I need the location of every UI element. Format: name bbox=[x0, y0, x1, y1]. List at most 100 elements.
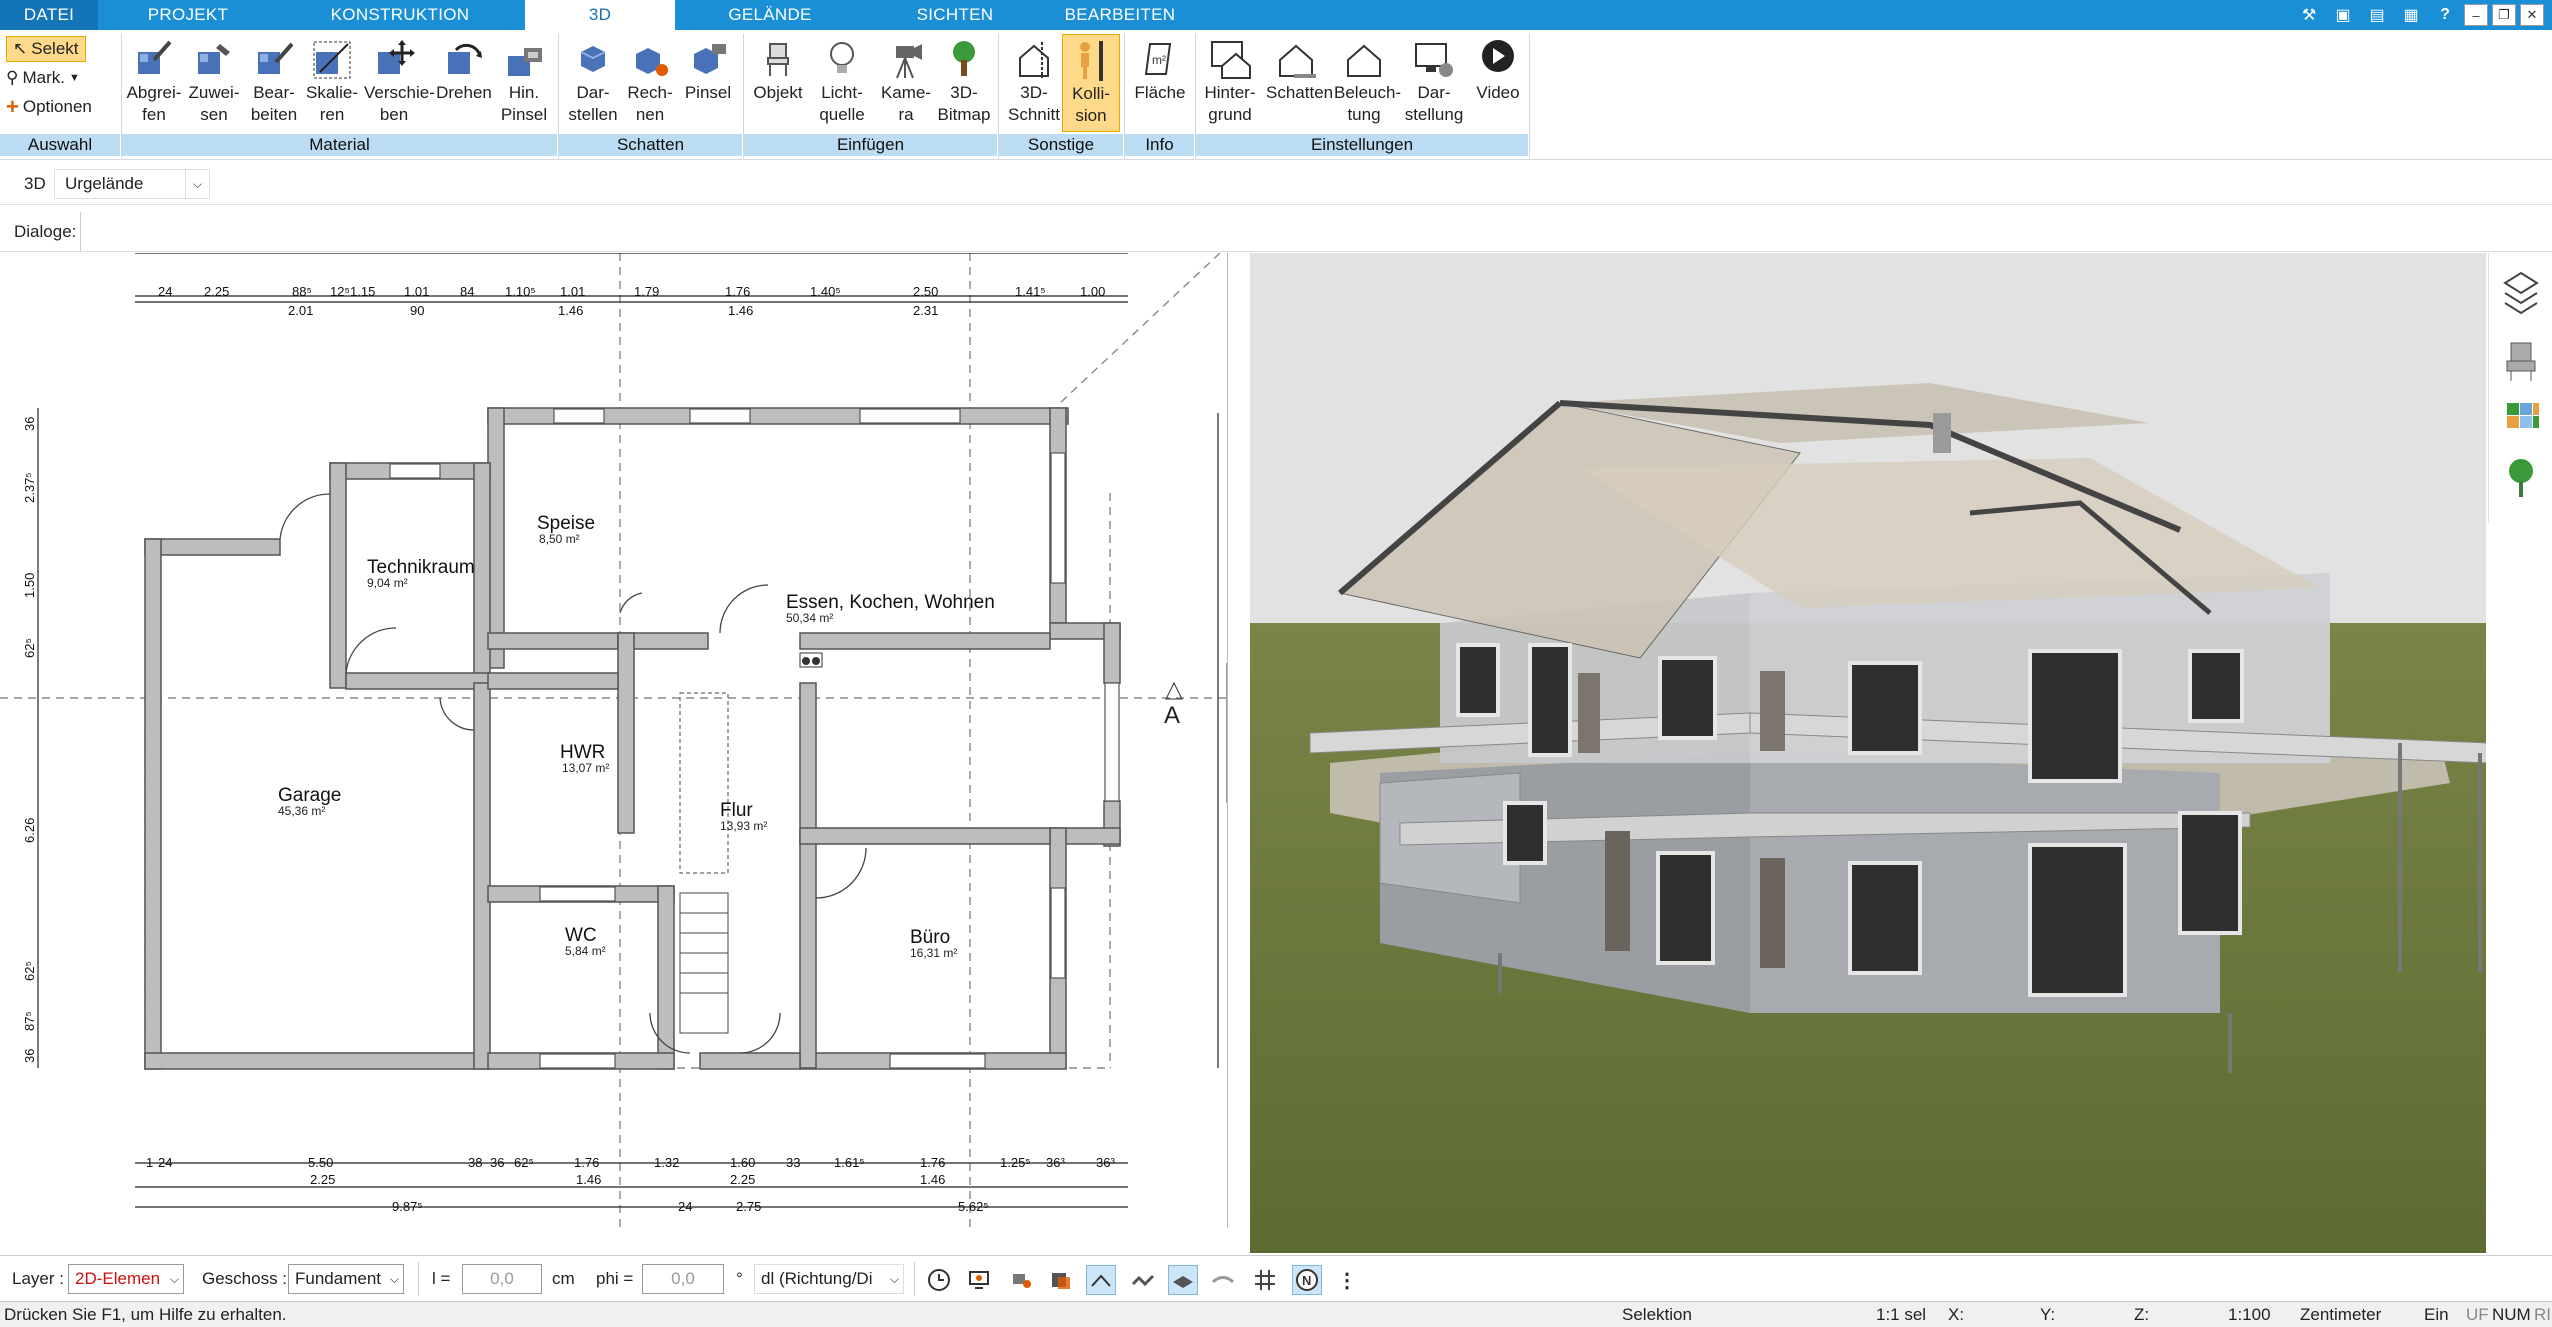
monitor-settings-icon bbox=[1415, 43, 1453, 77]
optionen-button[interactable]: + Optionen bbox=[6, 94, 92, 120]
direction-select[interactable]: dl (Richtung/Di ⌵ bbox=[754, 1264, 904, 1294]
dim-bottom-sub: 1.46 bbox=[576, 1172, 601, 1187]
group-auswahl: Auswahl bbox=[0, 134, 120, 156]
phi-input[interactable]: 0,0 bbox=[642, 1264, 724, 1294]
video-button[interactable]: Video bbox=[1468, 34, 1528, 134]
grid-icon[interactable] bbox=[1250, 1265, 1280, 1295]
3d-house-render[interactable] bbox=[1250, 253, 2486, 1253]
floor-plan-canvas[interactable]: A Technikraum Speise Essen, Kochen, Wohn… bbox=[0, 253, 1228, 1228]
ribbon: ↖ Selekt ⚲ Mark. ▼ + Optionen Auswahl Materi… bbox=[0, 30, 2552, 160]
layout-icon[interactable]: ▤ bbox=[2362, 2, 2392, 28]
plan-vertical-scrollbar[interactable] bbox=[1226, 663, 1227, 803]
selekt-button[interactable]: ↖ Selekt bbox=[6, 36, 86, 62]
tab-sichten[interactable]: SICHTEN bbox=[890, 0, 1020, 30]
length-input[interactable]: 0,0 bbox=[462, 1264, 542, 1294]
layers-icon[interactable] bbox=[2503, 271, 2539, 315]
window-icon[interactable]: ▣ bbox=[2328, 2, 2358, 28]
surface-icon[interactable] bbox=[1208, 1265, 1238, 1295]
edit-material-icon bbox=[258, 42, 294, 74]
render-icon[interactable] bbox=[1046, 1265, 1076, 1295]
abgreifen-button[interactable]: Abgrei- fen bbox=[124, 34, 184, 134]
camera-path-icon[interactable] bbox=[1006, 1265, 1036, 1295]
schatten-darstellen-button[interactable]: Dar- stellen bbox=[563, 34, 623, 134]
dim-top-sub: 2.01 bbox=[288, 303, 313, 318]
flaeche-button[interactable]: m² Fläche bbox=[1130, 34, 1190, 134]
dim-top: 1.40⁵ bbox=[810, 284, 841, 299]
tab-3d[interactable]: 3D bbox=[525, 0, 675, 30]
play-icon bbox=[1482, 40, 1514, 72]
tab-datei[interactable]: DATEI bbox=[0, 0, 98, 30]
hintergrund-button[interactable]: Hinter- grund bbox=[1200, 34, 1260, 134]
property-bar: Layer : 2D-Elemen ⌵ Geschoss : Fundament ⌵… bbox=[0, 1255, 2552, 1301]
objekt-button[interactable]: Objekt bbox=[748, 34, 808, 134]
dim-bottom-total: 9.87⁵ bbox=[392, 1199, 423, 1214]
material-palette-icon[interactable] bbox=[2507, 403, 2539, 428]
floor-plan-view[interactable]: A Technikraum Speise Essen, Kochen, Wohn… bbox=[0, 253, 1228, 1228]
tab-projekt[interactable]: PROJEKT bbox=[118, 0, 258, 30]
dim-top: 12⁵ bbox=[330, 284, 350, 299]
dim-top: 1.79 bbox=[634, 284, 659, 299]
status-mode: Selektion bbox=[1622, 1305, 1692, 1324]
panel-icon[interactable]: ▦ bbox=[2396, 2, 2426, 28]
room-flur-name: Flur bbox=[720, 800, 753, 821]
room-hwr-name: HWR bbox=[560, 742, 605, 763]
north-icon[interactable]: N bbox=[1292, 1265, 1322, 1295]
room-technikraum-name: Technikraum bbox=[367, 557, 475, 578]
group-info: Info bbox=[1125, 134, 1194, 156]
tree-icon bbox=[953, 41, 975, 76]
mark-button[interactable]: ⚲ Mark. ▼ bbox=[6, 65, 80, 91]
monitor-icon[interactable] bbox=[964, 1265, 994, 1295]
plane-icon[interactable] bbox=[1168, 1265, 1198, 1295]
app-window: DATEI PROJEKT KONSTRUKTION 3D GELÄNDE SI… bbox=[0, 0, 2552, 1327]
darstellung-button[interactable]: Dar- stellung bbox=[1404, 34, 1464, 134]
area-icon: m² bbox=[1144, 43, 1172, 75]
dim-left: 36 bbox=[22, 1049, 37, 1063]
dim-left: 36 bbox=[22, 417, 37, 431]
terrain-icon[interactable] bbox=[1128, 1265, 1158, 1295]
kamera-button[interactable]: Kame- ra bbox=[876, 34, 936, 134]
room-buero-name: Büro bbox=[910, 927, 950, 948]
dim-top: 1.01 bbox=[404, 284, 429, 299]
beleuchtung-button[interactable]: Beleuch- tung bbox=[1334, 34, 1401, 134]
more-options-icon[interactable]: ⋮ bbox=[1332, 1265, 1362, 1295]
drehen-button[interactable]: Drehen bbox=[434, 34, 494, 134]
schatten-rechnen-button[interactable]: Rech- nen bbox=[620, 34, 680, 134]
terrain-select[interactable]: Urgelände ⌵ bbox=[54, 169, 210, 199]
dim-bottom: 5.50 bbox=[308, 1155, 333, 1170]
furniture-icon[interactable] bbox=[2506, 342, 2536, 381]
kollision-button[interactable]: Kolli- sion bbox=[1062, 34, 1120, 132]
tab-gelaende[interactable]: GELÄNDE bbox=[700, 0, 840, 30]
layer-select[interactable]: 2D-Elemen ⌵ bbox=[68, 1264, 184, 1294]
clock-icon[interactable] bbox=[924, 1265, 954, 1295]
tab-bearbeiten[interactable]: BEARBEITEN bbox=[1040, 0, 1200, 30]
hin-pinsel-button[interactable]: Hin. Pinsel bbox=[494, 34, 554, 134]
lichtquelle-button[interactable]: Licht- quelle bbox=[812, 34, 872, 134]
3d-bitmap-button[interactable]: 3D- Bitmap bbox=[934, 34, 994, 134]
tools-icon[interactable]: ⚒ bbox=[2294, 2, 2324, 28]
skalieren-button[interactable]: Skalie- ren bbox=[302, 34, 362, 134]
schatten-pinsel-button[interactable]: Pinsel bbox=[678, 34, 738, 134]
dim-bottom: 1.32 bbox=[654, 1155, 679, 1170]
restore-button[interactable]: ❐ bbox=[2492, 4, 2516, 26]
dim-top: 2.25 bbox=[204, 284, 229, 299]
room-buero-area: 16,31 m² bbox=[910, 946, 957, 960]
3d-schnitt-button[interactable]: 3D- Schnitt bbox=[1004, 34, 1064, 134]
close-button[interactable]: ✕ bbox=[2520, 4, 2544, 26]
schatten-settings-button[interactable]: Schatten bbox=[1266, 34, 1333, 134]
section-marker-label: A bbox=[1164, 702, 1180, 729]
geschoss-select[interactable]: Fundament ⌵ bbox=[288, 1264, 404, 1294]
help-icon[interactable]: ? bbox=[2430, 2, 2460, 28]
zuweisen-button[interactable]: Zuwei- sen bbox=[184, 34, 244, 134]
minimize-button[interactable]: – bbox=[2464, 4, 2488, 26]
dim-left: 1.50 bbox=[22, 573, 37, 598]
status-selection: 1:1 sel bbox=[1876, 1305, 1927, 1324]
tab-konstruktion[interactable]: KONSTRUKTION bbox=[320, 0, 480, 30]
cube-shadow-icon bbox=[580, 46, 606, 72]
walk-mode-icon[interactable] bbox=[1086, 1265, 1116, 1295]
3d-view[interactable] bbox=[1250, 253, 2486, 1253]
dialoge-label: Dialoge: bbox=[14, 222, 77, 241]
brush-icon bbox=[508, 48, 542, 76]
verschieben-button[interactable]: Verschie- ben bbox=[364, 34, 435, 134]
bearbeiten-button[interactable]: Bear- beiten bbox=[244, 34, 304, 134]
plant-icon[interactable] bbox=[2509, 459, 2533, 497]
